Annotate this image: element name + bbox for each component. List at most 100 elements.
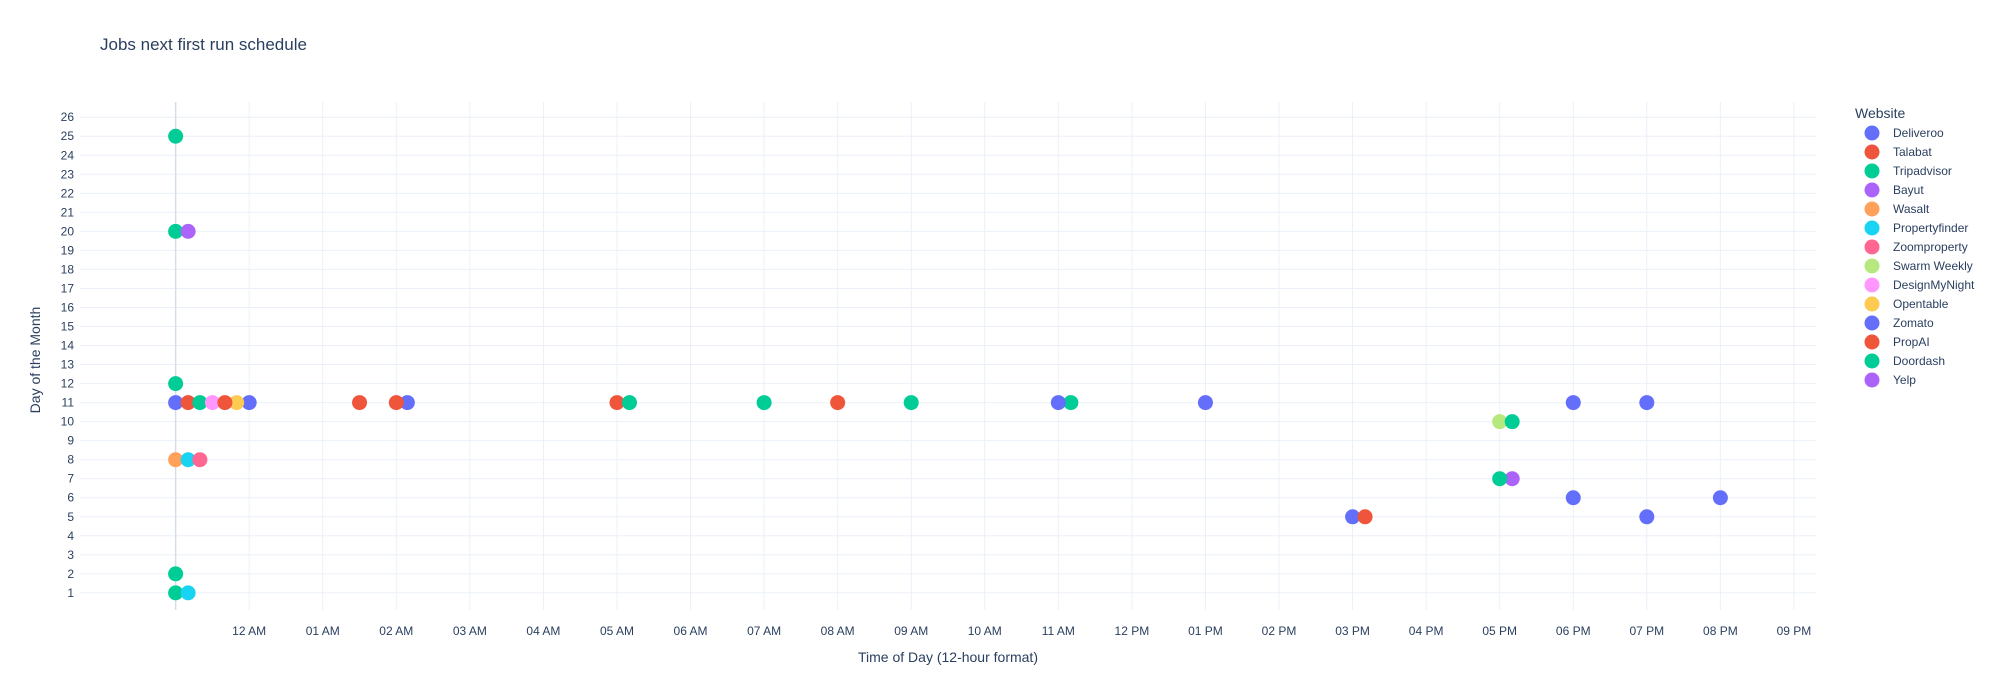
y-tick-label: 5	[67, 510, 74, 524]
y-tick-label: 19	[61, 243, 75, 257]
legend-label: PropAI	[1893, 335, 1930, 349]
y-tick-label: 11	[62, 396, 75, 410]
y-tick-label: 1	[67, 586, 74, 600]
y-axis-ticks: 1234567891011121314151617181920212223242…	[61, 110, 75, 600]
legend-title: Website	[1855, 105, 1906, 121]
y-tick-label: 17	[61, 281, 75, 295]
data-point	[388, 395, 404, 411]
legend-label: Wasalt	[1893, 202, 1930, 216]
data-point	[1504, 414, 1520, 430]
x-tick-label: 03 AM	[453, 624, 487, 638]
y-tick-label: 9	[67, 434, 74, 448]
data-point	[180, 585, 196, 601]
data-point	[830, 395, 846, 411]
y-tick-label: 7	[67, 472, 74, 486]
legend-marker	[1864, 182, 1880, 198]
data-point	[1197, 395, 1213, 411]
y-tick-label: 22	[61, 186, 75, 200]
legend-label: Zoomproperty	[1893, 240, 1968, 254]
x-axis-title: Time of Day (12-hour format)	[858, 649, 1038, 665]
legend-label: Doordash	[1893, 354, 1945, 368]
x-tick-label: 06 AM	[674, 624, 708, 638]
x-tick-label: 01 AM	[306, 624, 340, 638]
legend-marker	[1864, 315, 1880, 331]
legend-label: Deliveroo	[1893, 126, 1944, 140]
y-tick-label: 25	[61, 129, 75, 143]
y-tick-label: 16	[61, 300, 75, 314]
data-point	[756, 395, 772, 411]
y-tick-label: 12	[61, 377, 75, 391]
legend-marker	[1864, 334, 1880, 350]
legend-marker	[1864, 258, 1880, 274]
legend-marker	[1864, 201, 1880, 217]
legend-marker	[1864, 163, 1880, 179]
y-tick-label: 2	[67, 567, 74, 581]
x-tick-label: 08 PM	[1703, 624, 1738, 638]
legend-marker	[1864, 372, 1880, 388]
y-tick-label: 3	[67, 548, 74, 562]
data-point	[1639, 509, 1655, 525]
y-tick-label: 13	[61, 358, 75, 372]
data-point	[352, 395, 368, 411]
data-point	[1639, 395, 1655, 411]
legend-label: DesignMyNight	[1893, 278, 1975, 292]
y-tick-label: 26	[61, 110, 75, 124]
data-point	[180, 223, 196, 239]
data-point	[217, 395, 233, 411]
data-point	[192, 452, 208, 468]
y-tick-label: 21	[61, 205, 75, 219]
y-tick-label: 23	[61, 167, 75, 181]
y-axis-title: Day of the Month	[27, 307, 43, 414]
x-tick-label: 09 PM	[1777, 624, 1812, 638]
y-tick-label: 6	[67, 491, 74, 505]
x-axis-ticks: 12 AM 01 AM 02 AM 03 AM 04 AM 05 AM 06 AM 07 AM…	[232, 624, 1811, 638]
y-tick-label: 15	[61, 320, 75, 334]
y-tick-label: 4	[67, 529, 74, 543]
legend: Website Deliveroo Talabat Tripadvisor Bayut…	[1855, 105, 1975, 388]
data-point	[1050, 395, 1066, 411]
x-tick-label: 08 AM	[821, 624, 855, 638]
x-tick-label: 04 PM	[1409, 624, 1444, 638]
x-tick-label: 07 PM	[1629, 624, 1664, 638]
legend-label: Yelp	[1893, 373, 1916, 387]
data-point	[1357, 509, 1373, 525]
y-tick-label: 14	[61, 339, 75, 353]
y-tick-label: 24	[61, 148, 75, 162]
data-point	[1565, 395, 1581, 411]
legend-label: Opentable	[1893, 297, 1949, 311]
data-point	[168, 376, 184, 392]
data-point	[1712, 490, 1728, 506]
x-tick-label: 04 AM	[526, 624, 560, 638]
x-tick-label: 05 AM	[600, 624, 634, 638]
data-point	[903, 395, 919, 411]
x-tick-label: 02 PM	[1262, 624, 1297, 638]
legend-label: Swarm Weekly	[1893, 259, 1973, 273]
legend-marker	[1864, 220, 1880, 236]
legend-label: Propertyfinder	[1893, 221, 1968, 235]
x-tick-label: 12 PM	[1115, 624, 1150, 638]
data-point	[1565, 490, 1581, 506]
x-tick-label: 11 AM	[1042, 624, 1075, 638]
x-tick-label: 10 AM	[968, 624, 1002, 638]
legend-label: Tripadvisor	[1893, 164, 1952, 178]
legend-marker	[1864, 296, 1880, 312]
grid-lines	[80, 102, 1816, 610]
legend-marker	[1864, 239, 1880, 255]
y-tick-label: 8	[67, 453, 74, 467]
data-point	[621, 395, 637, 411]
data-point	[168, 566, 184, 582]
x-tick-label: 07 AM	[747, 624, 781, 638]
legend-marker	[1864, 125, 1880, 141]
legend-marker	[1864, 144, 1880, 160]
legend-label: Zomato	[1893, 316, 1934, 330]
x-tick-label: 01 PM	[1188, 624, 1223, 638]
legend-marker	[1864, 353, 1880, 369]
x-tick-label: 02 AM	[379, 624, 413, 638]
x-tick-label: 12 AM	[232, 624, 266, 638]
y-tick-label: 10	[61, 415, 75, 429]
x-tick-label: 03 PM	[1335, 624, 1370, 638]
scatter-chart: Jobs next first run schedule 12345678910…	[27, 35, 1975, 665]
data-point	[1492, 471, 1508, 487]
chart-title: Jobs next first run schedule	[100, 35, 307, 54]
legend-label: Talabat	[1893, 145, 1932, 159]
